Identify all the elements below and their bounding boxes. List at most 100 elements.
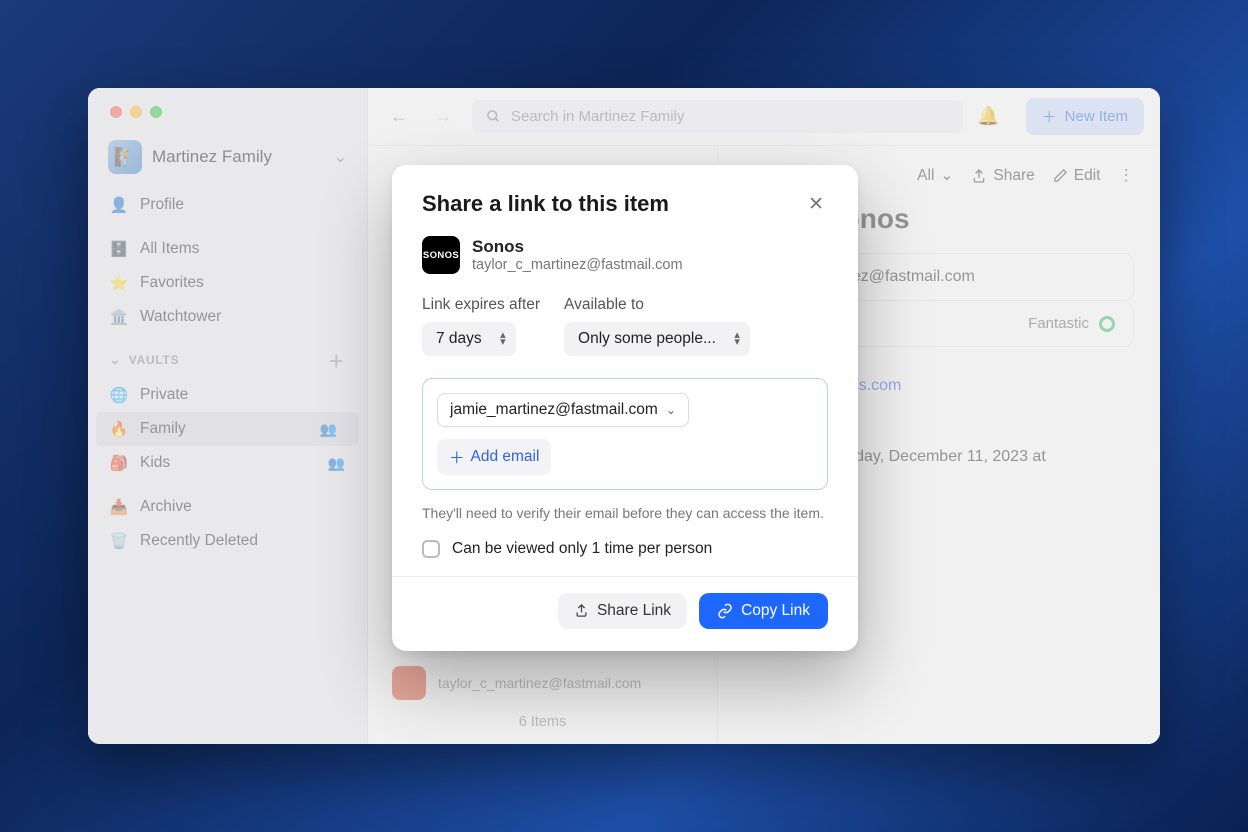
modal-item-sub: taylor_c_martinez@fastmail.com [472, 257, 683, 273]
sidebar-item-private[interactable]: 🌐 Private [88, 378, 367, 412]
close-button[interactable]: ✕ [804, 191, 828, 218]
person-icon: 👤 [110, 196, 128, 214]
share-label: Share [993, 167, 1034, 185]
item-date: Monday, December 11, 2023 at [824, 445, 1134, 469]
sidebar-item-archive[interactable]: 📥 Archive [88, 490, 367, 524]
link-icon [717, 603, 733, 619]
back-button[interactable]: ← [384, 102, 414, 131]
close-window-icon[interactable] [110, 106, 122, 118]
add-vault-button[interactable]: ＋ [328, 348, 345, 372]
copy-link-button[interactable]: Copy Link [699, 593, 828, 629]
more-menu-icon[interactable]: ⋮ [1119, 166, 1135, 185]
topbar: ← → Search in Martinez Family 🔔 ＋ New It… [368, 88, 1160, 146]
modal-title: Share a link to this item [422, 191, 804, 217]
notification-bell-icon[interactable]: 🔔 [977, 106, 999, 127]
trash-icon: 🗑️ [110, 532, 128, 550]
campfire-icon: 🔥 [110, 420, 128, 438]
workspace-switcher[interactable]: 🧗 Martinez Family ⌄ [88, 118, 367, 188]
chevron-down-icon: ⌄ [940, 166, 953, 185]
sidebar-item-deleted[interactable]: 🗑️ Recently Deleted [88, 524, 367, 558]
modal-note: They'll need to verify their email befor… [422, 504, 828, 524]
new-item-button[interactable]: ＋ New Item [1026, 98, 1144, 135]
people-icon: 👥 [320, 421, 337, 438]
chevron-down-icon: ⌄ [666, 403, 676, 417]
people-icon: 👥 [328, 455, 345, 472]
sonos-icon: SONOS [422, 236, 460, 274]
plus-icon: ＋ [1042, 106, 1057, 127]
expires-label: Link expires after [422, 296, 540, 314]
edit-label: Edit [1074, 167, 1101, 185]
share-icon [971, 168, 987, 184]
sidebar-item-profile[interactable]: 👤 Profile [88, 188, 367, 222]
strength-indicator-icon [1099, 316, 1115, 332]
sidebar-item-label: Profile [140, 196, 184, 214]
view-once-row[interactable]: Can be viewed only 1 time per person [422, 540, 828, 558]
edit-button[interactable]: Edit [1053, 167, 1101, 185]
sidebar-item-label: Archive [140, 498, 192, 516]
item-count: 6 Items [368, 714, 717, 730]
minimize-window-icon[interactable] [130, 106, 142, 118]
share-modal: Share a link to this item ✕ SONOS Sonos … [392, 165, 858, 651]
item-avatar-icon [392, 666, 426, 700]
chevron-down-icon[interactable]: ⌄ [110, 353, 121, 367]
zoom-window-icon[interactable] [150, 106, 162, 118]
kids-icon: 🎒 [110, 454, 128, 472]
chevron-down-icon: ⌄ [334, 147, 347, 167]
list-item[interactable]: taylor_c_martinez@fastmail.com [392, 666, 641, 700]
website-link[interactable]: sonos.com [824, 377, 1134, 395]
stepper-icon: ▴▾ [734, 332, 740, 346]
add-email-label: Add email [471, 448, 540, 466]
search-input[interactable]: Search in Martinez Family [472, 100, 963, 133]
view-once-label: Can be viewed only 1 time per person [452, 540, 712, 558]
expires-value: 7 days [436, 330, 482, 348]
drawer-icon: 🗄️ [110, 240, 128, 258]
sidebar-item-family[interactable]: 🔥 Family 👥 [96, 412, 359, 446]
list-item-sub: taylor_c_martinez@fastmail.com [438, 675, 641, 691]
modal-item-summary: SONOS Sonos taylor_c_martinez@fastmail.c… [422, 236, 828, 274]
sidebar-item-label: Family [140, 420, 186, 438]
sidebar-item-favorites[interactable]: ⭐ Favorites [88, 266, 367, 300]
sidebar-item-label: Watchtower [140, 308, 221, 326]
archive-icon: 📥 [110, 498, 128, 516]
modal-item-name: Sonos [472, 237, 683, 257]
forward-button[interactable]: → [428, 102, 458, 131]
username-value: nez@fastmail.com [843, 268, 975, 286]
sidebar: 🧗 Martinez Family ⌄ 👤 Profile 🗄️ All Ite… [88, 88, 368, 744]
sidebar-item-label: All Items [140, 240, 199, 258]
sidebar-item-label: Favorites [140, 274, 204, 292]
pencil-icon [1053, 168, 1068, 183]
sidebar-item-watchtower[interactable]: 🏛️ Watchtower [88, 300, 367, 334]
workspace-avatar-icon: 🧗 [108, 140, 142, 174]
share-link-label: Share Link [597, 602, 671, 620]
add-email-button[interactable]: ＋ Add email [437, 439, 551, 475]
stepper-icon: ▴▾ [500, 332, 506, 346]
recipient-chip[interactable]: jamie_martinez@fastmail.com ⌄ [437, 393, 689, 427]
new-item-label: New Item [1065, 108, 1128, 125]
checkbox-icon[interactable] [422, 540, 440, 558]
workspace-name: Martinez Family [152, 147, 324, 167]
sidebar-item-label: Private [140, 386, 188, 404]
globe-icon: 🌐 [110, 386, 128, 404]
sidebar-item-label: Kids [140, 454, 170, 472]
item-header: Sonos [824, 203, 1134, 235]
filter-label: All [917, 167, 934, 185]
copy-link-label: Copy Link [741, 602, 810, 620]
filter-all-dropdown[interactable]: All ⌄ [917, 166, 953, 185]
sidebar-item-all[interactable]: 🗄️ All Items [88, 232, 367, 266]
share-button[interactable]: Share [971, 167, 1034, 185]
available-select[interactable]: Only some people... ▴▾ [564, 322, 750, 356]
star-icon: ⭐ [110, 274, 128, 292]
share-icon [574, 603, 589, 618]
window-controls [88, 88, 367, 118]
search-placeholder: Search in Martinez Family [511, 108, 684, 125]
vaults-header-label: VAULTS [129, 353, 180, 367]
email-recipients-box: jamie_martinez@fastmail.com ⌄ ＋ Add emai… [422, 378, 828, 490]
available-label: Available to [564, 296, 750, 314]
plus-icon: ＋ [449, 446, 465, 468]
sidebar-item-kids[interactable]: 🎒 Kids 👥 [88, 446, 367, 480]
share-link-button[interactable]: Share Link [558, 593, 687, 629]
recipient-email: jamie_martinez@fastmail.com [450, 401, 658, 419]
expires-select[interactable]: 7 days ▴▾ [422, 322, 516, 356]
vaults-section-header: ⌄ VAULTS ＋ [88, 334, 367, 378]
search-icon [486, 109, 501, 124]
